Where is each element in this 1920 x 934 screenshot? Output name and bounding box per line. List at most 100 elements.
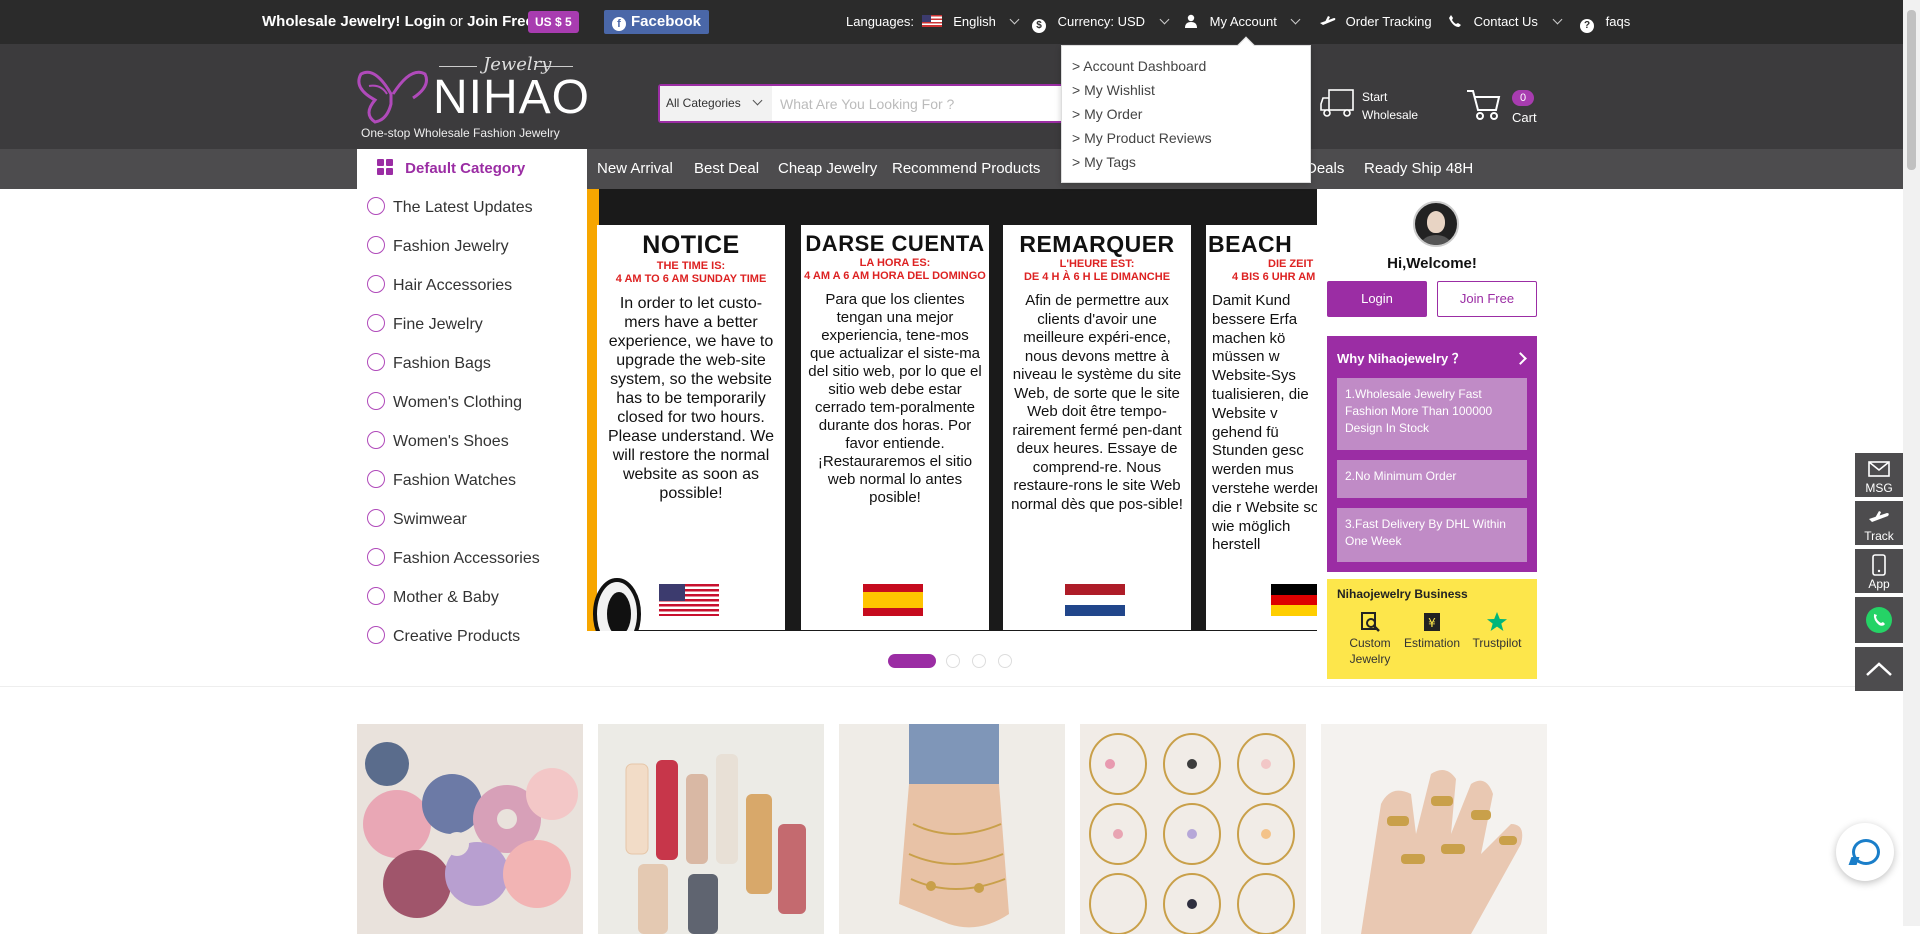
- biz-item-label: Estimation: [1403, 636, 1461, 650]
- category-label: Fine Jewelry: [393, 316, 483, 333]
- my-wishlist-link[interactable]: > My Wishlist: [1072, 78, 1300, 102]
- card-time: 4 AM A 6 AM HORA DEL DOMINGO: [804, 270, 986, 282]
- app-button[interactable]: App: [1855, 549, 1903, 595]
- logo-tagline: One-stop Wholesale Fashion Jewelry: [361, 126, 560, 140]
- site-logo[interactable]: Jewelry NIHAO One-stop Wholesale Fashion…: [355, 54, 595, 144]
- search-category-select[interactable]: All Categories: [660, 86, 772, 121]
- card-time: 4 BIS 6 UHR AM: [1232, 271, 1316, 283]
- whatsapp-button[interactable]: [1855, 597, 1903, 643]
- nav-recommend-products[interactable]: Recommend Products: [892, 160, 1040, 177]
- facebook-button[interactable]: f Facebook: [604, 10, 710, 34]
- contact-us-menu[interactable]: Contact Us: [1448, 14, 1563, 29]
- back-to-top-button[interactable]: [1855, 645, 1903, 691]
- my-account-menu[interactable]: My Account: [1184, 14, 1301, 29]
- carousel-dot-active[interactable]: [888, 654, 936, 668]
- category-item[interactable]: Women's Shoes: [367, 427, 509, 457]
- facebook-label: Facebook: [631, 13, 702, 30]
- account-dropdown: > Account Dashboard > My Wishlist > My O…: [1061, 36, 1311, 183]
- category-item[interactable]: Fashion Bags: [367, 349, 491, 379]
- track-button[interactable]: Track: [1855, 501, 1903, 547]
- my-tags-link[interactable]: > My Tags: [1072, 150, 1300, 174]
- chevron-down-icon: [1010, 14, 1020, 25]
- language-selector[interactable]: Languages: English: [846, 14, 1020, 29]
- page-scrollbar[interactable]: [1903, 0, 1920, 926]
- trustpilot-link[interactable]: Trustpilot: [1462, 611, 1532, 651]
- estimation-link[interactable]: ¥ Estimation: [1397, 611, 1467, 651]
- product-image-hair-clips[interactable]: [598, 724, 824, 934]
- category-label: Creative Products: [393, 628, 521, 645]
- card-body: In order to let custo-mers have a better…: [607, 295, 775, 502]
- category-item[interactable]: Fashion Watches: [367, 466, 516, 496]
- truck-icon: [1320, 89, 1354, 117]
- us-flag-icon: [921, 15, 942, 27]
- plane-icon: [1320, 15, 1336, 27]
- why-point: 2.No Minimum Order: [1337, 460, 1527, 498]
- wholesale-label: Wholesale: [1362, 108, 1419, 122]
- carousel-dot[interactable]: [998, 654, 1012, 668]
- category-item[interactable]: Fashion Jewelry: [367, 232, 509, 262]
- scrollbar-thumb[interactable]: [1907, 10, 1916, 170]
- notice-card-spanish: DARSE CUENTA LA HORA ES: 4 AM A 6 AM HOR…: [801, 225, 989, 630]
- my-product-reviews-link[interactable]: > My Product Reviews: [1072, 126, 1300, 150]
- carousel-dot[interactable]: [946, 654, 960, 668]
- promo-prefix: Wholesale Jewelry!: [262, 13, 401, 30]
- faqs-link[interactable]: ? faqs: [1580, 14, 1630, 33]
- category-label: Swimwear: [393, 511, 467, 528]
- my-account-label: My Account: [1209, 14, 1277, 29]
- nav-best-deal[interactable]: Best Deal: [694, 160, 759, 177]
- top-login-link[interactable]: Login: [405, 13, 446, 30]
- category-label: The Latest Updates: [393, 199, 533, 216]
- card-title: NOTICE: [642, 231, 740, 259]
- currency-value: Currency: USD: [1057, 14, 1146, 29]
- card-time: 4 AM TO 6 AM SUNDAY TIME: [615, 273, 767, 285]
- notice-banner[interactable]: NOTICE THE TIME IS: 4 AM TO 6 AM SUNDAY …: [587, 189, 1317, 659]
- category-item[interactable]: Fashion Accessories: [367, 544, 540, 574]
- carousel-dot[interactable]: [972, 654, 986, 668]
- default-category-button[interactable]: Default Category: [357, 149, 587, 189]
- nav-new-arrival[interactable]: New Arrival: [597, 160, 673, 177]
- login-button[interactable]: Login: [1327, 281, 1427, 317]
- product-image-rings[interactable]: [1321, 724, 1547, 934]
- nav-ready-ship[interactable]: Ready Ship 48H: [1364, 160, 1473, 177]
- coupon-badge[interactable]: US $ 5: [528, 11, 579, 33]
- product-image-anklet[interactable]: [839, 724, 1065, 934]
- butterfly-logo-icon: [357, 70, 428, 124]
- my-order-link[interactable]: > My Order: [1072, 102, 1300, 126]
- category-item[interactable]: Women's Clothing: [367, 388, 522, 418]
- bag-icon: [367, 353, 385, 371]
- category-item[interactable]: Hair Accessories: [367, 271, 512, 301]
- currency-selector[interactable]: $ Currency: USD: [1032, 14, 1170, 33]
- nav-deals[interactable]: Deals: [1306, 160, 1344, 177]
- category-item[interactable]: Swimwear: [367, 505, 467, 535]
- order-tracking-link[interactable]: Order Tracking: [1320, 14, 1432, 29]
- category-item[interactable]: The Latest Updates: [367, 193, 533, 223]
- card-time: DE 4 H À 6 H LE DIMANCHE: [1023, 271, 1171, 283]
- shoe-icon: [367, 431, 385, 449]
- accessory-icon: [367, 548, 385, 566]
- ring-icon: [367, 314, 385, 332]
- card-time-label: DIE ZEIT: [1268, 258, 1314, 270]
- stroller-icon: [367, 587, 385, 605]
- cart-count-badge: 0: [1512, 90, 1534, 106]
- category-item[interactable]: Mother & Baby: [367, 583, 499, 613]
- contact-label: Contact Us: [1473, 14, 1538, 29]
- custom-jewelry-link[interactable]: Custom Jewelry: [1335, 611, 1405, 667]
- card-body: Damit Kund bessere Erfa machen kö müssen…: [1212, 292, 1317, 554]
- chevron-down-icon: [1159, 14, 1170, 25]
- languages-label: Languages:: [846, 14, 914, 29]
- facebook-icon: f: [612, 17, 626, 31]
- category-item[interactable]: Fine Jewelry: [367, 310, 483, 340]
- product-image-bracelets[interactable]: [1080, 724, 1306, 934]
- product-image-scrunchies[interactable]: [357, 724, 583, 934]
- live-chat-button[interactable]: [1836, 823, 1894, 881]
- top-join-link[interactable]: Join Free: [467, 13, 534, 30]
- app-label: App: [1868, 577, 1890, 591]
- nav-cheap-jewelry[interactable]: Cheap Jewelry: [778, 160, 877, 177]
- coupon-label: US $ 5: [535, 15, 572, 29]
- msg-button[interactable]: MSG: [1855, 453, 1903, 499]
- category-item[interactable]: Creative Products: [367, 622, 520, 652]
- account-dashboard-link[interactable]: > Account Dashboard: [1072, 54, 1300, 78]
- join-free-button[interactable]: Join Free: [1437, 281, 1537, 317]
- why-nihao-box[interactable]: Why Nihaojewelry ？ 1.Wholesale Jewelry F…: [1327, 336, 1537, 572]
- chevron-up-icon: [1866, 662, 1892, 676]
